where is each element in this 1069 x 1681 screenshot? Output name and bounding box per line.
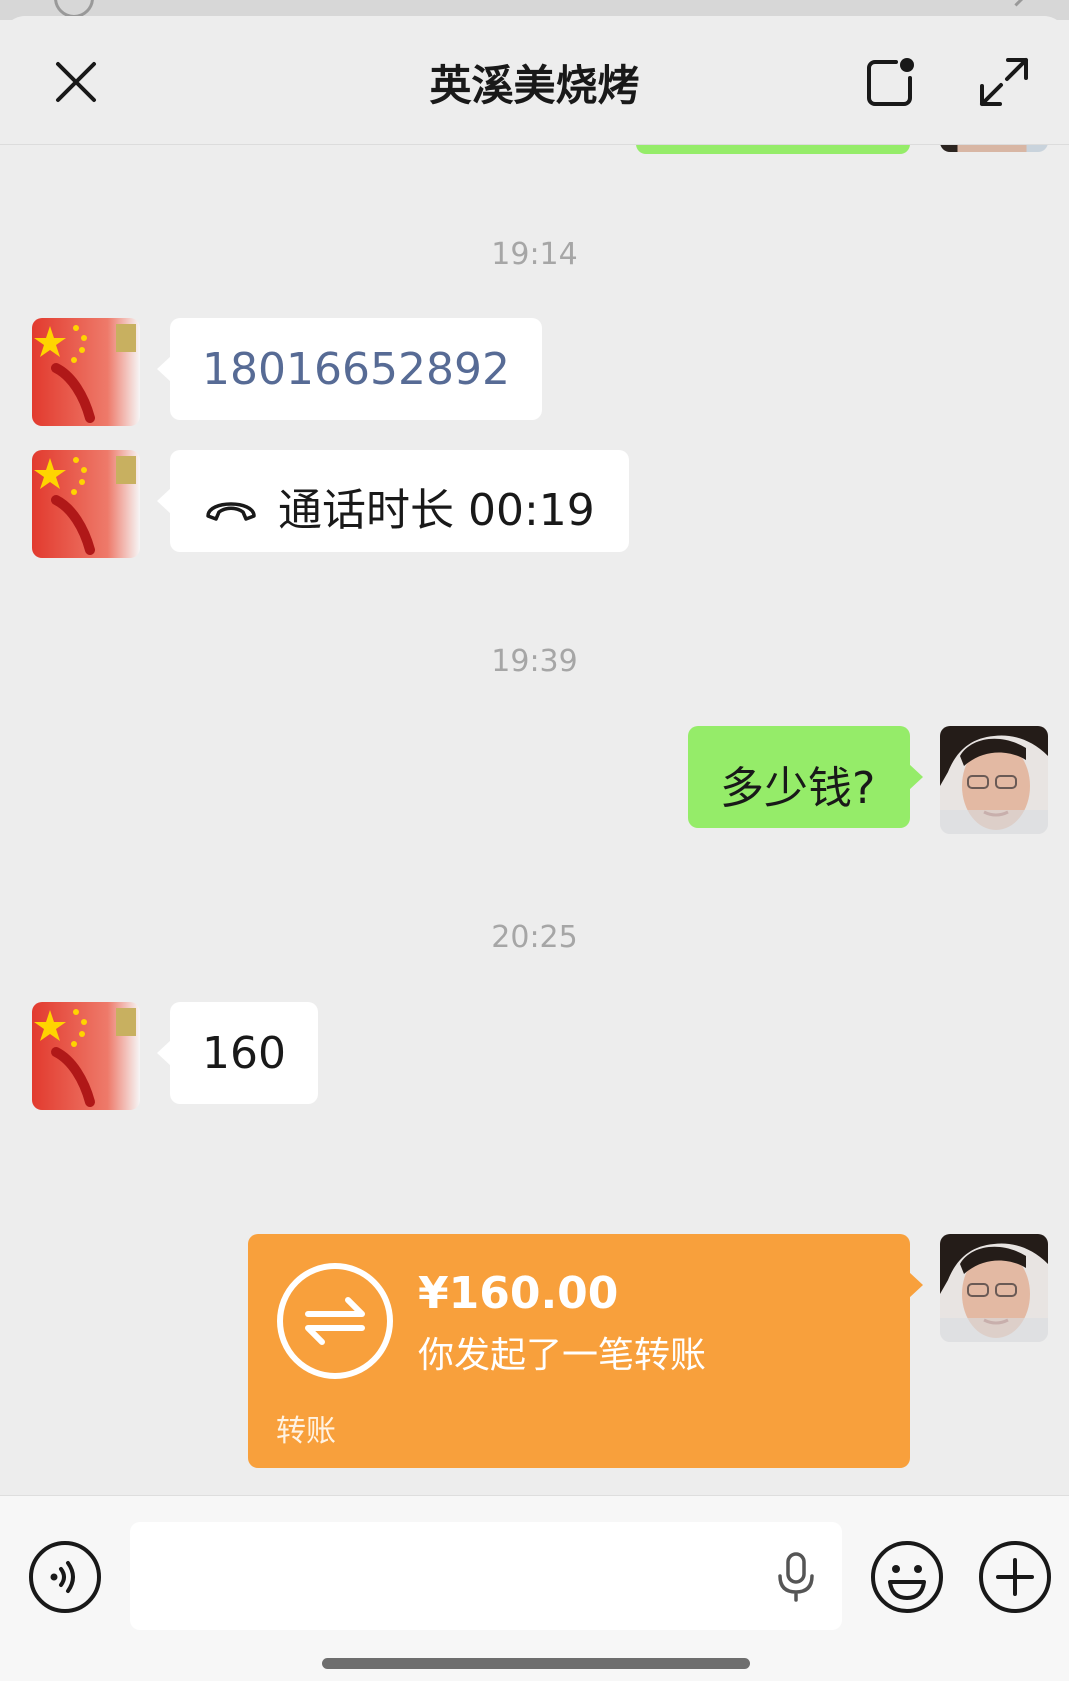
user-avatar[interactable] [940, 1234, 1048, 1342]
incoming-message[interactable]: 160 [157, 1002, 318, 1104]
incoming-message[interactable]: 18016652892 [157, 318, 542, 420]
outgoing-message[interactable]: 多少钱? [688, 726, 923, 828]
phone-number-link[interactable]: 18016652892 [202, 344, 510, 395]
voice-mode-button[interactable] [28, 1540, 102, 1614]
message-list[interactable]: 19:14 18016652892 通话时长 00:19 19:39 多少钱? … [0, 144, 1069, 1495]
contact-avatar-image [32, 1002, 140, 1110]
user-avatar-image [940, 726, 1048, 834]
expand-button[interactable] [976, 54, 1032, 110]
input-bar [0, 1495, 1069, 1681]
user-avatar-image [940, 1234, 1048, 1342]
partial-avatar[interactable] [940, 144, 1048, 152]
transfer-amount: ¥160.00 [418, 1268, 619, 1319]
expand-icon [980, 58, 1028, 106]
call-duration-text: 通话时长 00:19 [278, 485, 595, 536]
chat-sheet: 英溪美烧烤 19:14 18016652892 通话时长 00:19 19:39… [0, 16, 1069, 1681]
contact-avatar[interactable] [32, 1002, 140, 1110]
contact-avatar[interactable] [32, 318, 140, 426]
more-options-button[interactable] [978, 1540, 1052, 1614]
timestamp: 19:14 [491, 237, 578, 272]
timestamp: 20:25 [491, 920, 578, 955]
chat-header: 英溪美烧烤 [0, 16, 1069, 145]
message-input[interactable] [148, 1522, 752, 1632]
emoji-button[interactable] [870, 1540, 944, 1614]
timestamp: 19:39 [491, 644, 578, 679]
voice-mode-icon [29, 1541, 101, 1613]
note-button[interactable] [862, 54, 918, 110]
contact-avatar-image [32, 450, 140, 558]
microphone-button[interactable] [774, 1552, 818, 1602]
contact-avatar[interactable] [32, 450, 140, 558]
emoji-icon [871, 1541, 943, 1613]
transfer-card[interactable]: ¥160.00 你发起了一笔转账 转账 [248, 1234, 923, 1468]
home-indicator[interactable] [322, 1658, 750, 1669]
phone-hangup-icon [204, 494, 258, 524]
note-icon [867, 58, 914, 106]
call-record-message[interactable]: 通话时长 00:19 [157, 450, 629, 552]
microphone-icon [778, 1552, 814, 1602]
plus-icon [979, 1541, 1051, 1613]
background-chevron-icon [1004, 0, 1029, 7]
contact-avatar-image [32, 318, 140, 426]
partial-outgoing-bubble[interactable] [636, 144, 910, 154]
transfer-icon [276, 1262, 394, 1380]
user-avatar[interactable] [940, 726, 1048, 834]
transfer-description: 你发起了一笔转账 [418, 1335, 707, 1376]
message-input-field[interactable] [130, 1522, 842, 1632]
transfer-label: 转账 [276, 1414, 336, 1449]
